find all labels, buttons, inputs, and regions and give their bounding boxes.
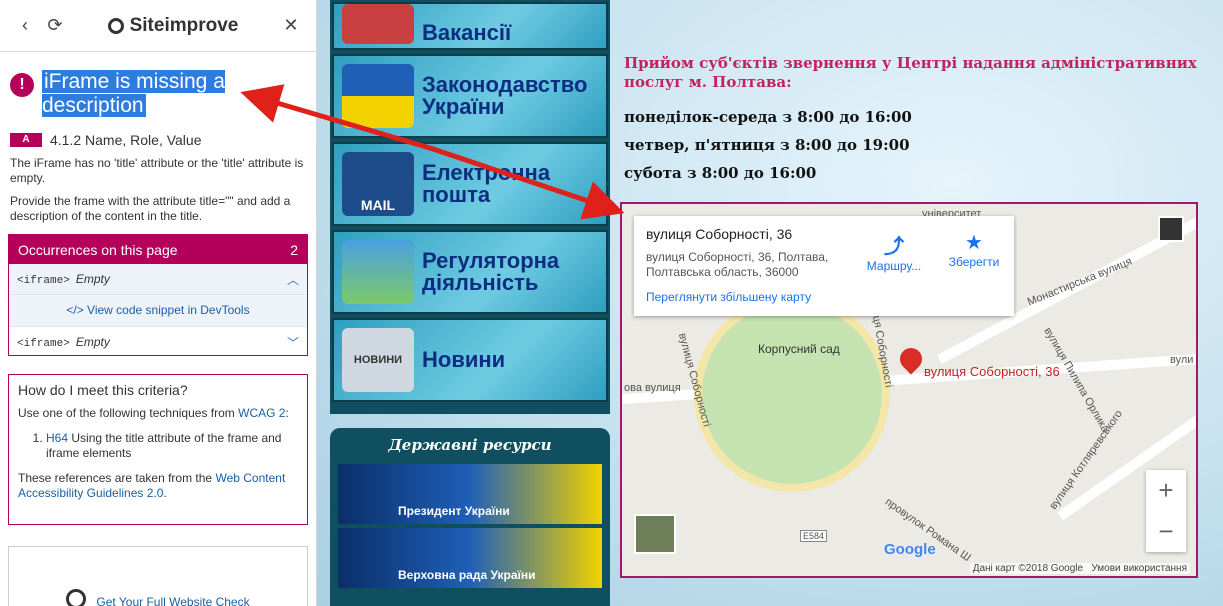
rada-banner[interactable]: Верховна рада України (338, 528, 602, 588)
occurrences-box: Occurrences on this page 2 <iframe> Empty… (8, 234, 308, 356)
issue-fix: Provide the frame with the attribute tit… (10, 194, 291, 223)
resources-title: Державні ресурси (388, 436, 552, 454)
refresh-icon[interactable]: ⟳ (40, 15, 70, 36)
zoom-in-button[interactable]: + (1146, 470, 1186, 511)
website: Вакансії Законодавство України MAIL Елект… (317, 0, 1223, 606)
error-icon: ! (10, 73, 34, 97)
trident-icon (342, 64, 414, 128)
wcag-link[interactable]: WCAG 2 (238, 406, 285, 420)
schedule-title: Прийом суб'єктів звернення у Центрі нада… (624, 54, 1197, 91)
promo-box: Get Your Full Website Check (8, 546, 308, 606)
zoom-control: + − (1146, 470, 1186, 552)
occurrences-count: 2 (290, 241, 298, 258)
chart-icon (342, 240, 414, 304)
criterion: A 4.1.2 Name, Role, Value (10, 132, 316, 148)
avatar[interactable] (1158, 216, 1184, 242)
siteimprove-logo: Siteimprove (70, 15, 276, 37)
google-logo: Google (884, 541, 936, 558)
occurrence-item[interactable]: <iframe> Empty ﹀ (9, 327, 307, 357)
h64-link[interactable]: H64 (46, 431, 68, 445)
zoom-out-button[interactable]: − (1146, 511, 1186, 552)
menu-item-email[interactable]: MAIL Електронна пошта (332, 142, 608, 226)
map-iframe[interactable]: Корпусний сад університет Монастирська в… (620, 202, 1198, 578)
chevron-up-icon: ︿ (286, 272, 299, 287)
occurrence-item[interactable]: <iframe> Empty ︿ (9, 264, 307, 294)
mail-icon: MAIL (342, 152, 414, 216)
place-card: вулиця Соборності, 36 вулиця Соборності,… (634, 216, 1014, 316)
back-icon[interactable]: ‹ (10, 15, 40, 36)
issue-header: ! iFrame is missing a description (0, 52, 316, 118)
how-title: How do I meet this criteria? (18, 382, 188, 398)
how-intro: Use one of the following techniques from… (18, 406, 289, 420)
president-banner[interactable]: Президент України (338, 464, 602, 524)
menu-item-regulatory[interactable]: Регуляторна діяльність (332, 230, 608, 314)
directions-icon: ⤴ (884, 236, 904, 258)
terms-link[interactable]: Умови використання (1091, 563, 1187, 574)
technique-list: H64 Using the title attribute of the fra… (46, 431, 298, 461)
level-badge: A (10, 133, 42, 147)
park: Корпусний сад (694, 296, 890, 492)
issue-description: The iFrame has no 'title' attribute or t… (10, 156, 304, 185)
street-label: Монастирська вулиця (1025, 255, 1134, 309)
siteimprove-panel: ‹ ⟳ Siteimprove ✕ ! iFrame is missing a … (0, 0, 317, 606)
street-label: вули (1170, 354, 1194, 366)
chevron-down-icon: ﹀ (286, 335, 299, 350)
criterion-label: 4.1.2 Name, Role, Value (50, 132, 202, 148)
directions-button[interactable]: ⤴ Маршру... (854, 230, 934, 273)
hours-line: четвер, п'ятниця з 8:00 до 19:00 (624, 136, 910, 154)
larger-map-link[interactable]: Переглянути збільшену карту (646, 290, 1002, 304)
occurrences-header: Occurrences on this page 2 (9, 235, 307, 264)
side-menu: Вакансії Законодавство України MAIL Елект… (330, 0, 610, 414)
place-address: вулиця Соборності, 36, Полтава, Полтавсь… (646, 250, 829, 279)
newspaper-icon: НОВИНИ (342, 328, 414, 392)
road-badge: E584 (800, 530, 828, 542)
siteimprove-logo-icon (107, 17, 124, 34)
panel-header: ‹ ⟳ Siteimprove ✕ (0, 0, 316, 52)
handshake-icon (342, 4, 414, 44)
references: These references are taken from the Web … (18, 471, 286, 500)
menu-item-vacancies[interactable]: Вакансії (332, 2, 608, 50)
how-to-meet-box: How do I meet this criteria? Use one of … (8, 374, 308, 525)
siteimprove-logo-icon (66, 589, 87, 606)
view-snippet-link[interactable]: </> View code snippet in DevTools (9, 294, 307, 327)
menu-item-news[interactable]: НОВИНИ Новини (332, 318, 608, 402)
satellite-toggle[interactable] (634, 514, 676, 554)
promo-link[interactable]: Get Your Full Website Check (96, 595, 249, 606)
map-pin-icon[interactable] (895, 343, 927, 375)
pin-label: вулиця Соборності, 36 (924, 364, 1060, 379)
schedule: Прийом суб'єктів звернення у Центрі нада… (624, 54, 1209, 192)
save-button[interactable]: ★ Зберегти (934, 230, 1014, 269)
street-label: ова вулиця (624, 382, 681, 394)
state-resources: Державні ресурси Президент України Верхо… (330, 428, 610, 606)
map-attribution: Дані карт ©2018 Google Умови використанн… (969, 563, 1190, 574)
menu-item-legislation[interactable]: Законодавство України (332, 54, 608, 138)
street-label: вулиця Пилипа Орлика (1041, 325, 1112, 435)
hours-line: понеділок-середа з 8:00 до 16:00 (624, 108, 912, 126)
issue-title: iFrame is missing a description (42, 70, 225, 117)
star-icon: ★ (965, 232, 983, 254)
technique-item: H64 Using the title attribute of the fra… (46, 431, 298, 461)
close-icon[interactable]: ✕ (276, 15, 306, 36)
hours-line: субота з 8:00 до 16:00 (624, 164, 817, 182)
